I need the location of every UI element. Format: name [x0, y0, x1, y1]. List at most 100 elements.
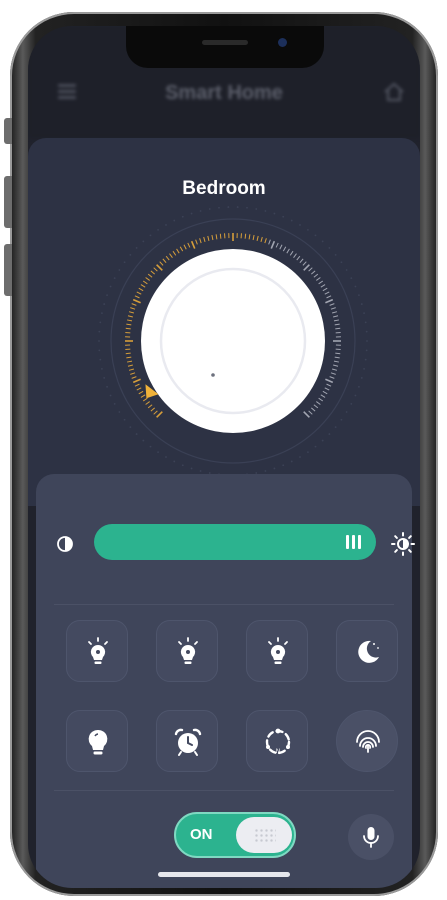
dial-tick	[331, 311, 338, 314]
dial-outer-dot	[129, 253, 132, 256]
dial-outer-dot	[328, 247, 331, 249]
dial-tick	[127, 364, 133, 367]
dial-tick	[289, 250, 294, 256]
dial-outer-dot	[264, 470, 267, 472]
dial-tick	[145, 401, 150, 405]
dial-tick	[153, 267, 158, 272]
dial-tick	[335, 327, 341, 330]
dial-tick	[138, 287, 144, 292]
power-toggle[interactable]: ON	[174, 812, 296, 858]
dial-tick	[270, 240, 276, 249]
bulb-rays-icon	[178, 637, 198, 664]
dial-outer-dot	[113, 403, 116, 405]
dial-tick	[126, 323, 132, 326]
bulb-rays-icon	[268, 637, 288, 664]
slider-handle[interactable]	[346, 535, 362, 549]
dial-outer-dot	[98, 340, 100, 342]
microphone-button[interactable]	[348, 814, 394, 860]
dial-tick	[134, 295, 140, 299]
dial-tick	[333, 319, 340, 322]
dial-tick	[313, 273, 319, 278]
fingerprint-button[interactable]	[336, 710, 398, 772]
dial-tick	[310, 407, 316, 412]
dial-tick	[308, 410, 313, 415]
dial-tick	[159, 261, 164, 266]
dial-outer-dot	[246, 206, 248, 209]
dial-tick	[140, 284, 146, 288]
dial-tick	[183, 244, 187, 250]
dial-outer-dot	[142, 240, 145, 243]
dial-tick	[199, 238, 202, 244]
dial-tick	[325, 378, 334, 384]
dial-tick	[324, 387, 330, 391]
dial-tick	[134, 383, 140, 387]
dial-outer-dot	[350, 403, 353, 405]
dial-tick	[187, 242, 191, 248]
dial-tick	[150, 407, 156, 412]
dial-outer-dot	[181, 215, 184, 218]
dial-outer-dot	[106, 385, 108, 388]
dial-tick	[324, 291, 330, 295]
dial-outer-dot	[354, 394, 357, 397]
mute-switch	[4, 118, 12, 144]
dial-tick	[136, 291, 142, 295]
dial-tick	[248, 234, 251, 240]
dial-outer-dot	[149, 445, 152, 448]
light-dial[interactable]	[88, 196, 378, 486]
dial-tick	[293, 253, 297, 258]
dial-outer-dot	[199, 210, 202, 212]
dial-outer-dot	[118, 269, 121, 271]
camera-notch	[126, 26, 324, 68]
dial-outer-dot	[135, 433, 138, 435]
dial-outer-dot	[366, 340, 368, 342]
dial-tick	[125, 352, 131, 355]
dial-outer-dot	[290, 460, 293, 463]
dial-outer-dot	[264, 210, 267, 212]
dial-tick	[145, 277, 150, 281]
dial-outer-dot	[364, 358, 367, 361]
dial-tick	[303, 264, 310, 271]
brightness-slider[interactable]	[94, 524, 376, 560]
home-icon[interactable]	[382, 80, 406, 104]
dial-outer-dot	[334, 253, 337, 256]
section-divider	[54, 604, 394, 605]
scene-night-button[interactable]	[336, 620, 398, 682]
dial-outer-dot	[99, 358, 102, 361]
dial-tick	[256, 235, 259, 241]
dial-tick	[172, 250, 177, 256]
dial-tick	[142, 397, 148, 402]
dial-outer-dot	[358, 385, 360, 388]
dial-tick	[333, 315, 339, 318]
alarm-button[interactable]	[156, 710, 218, 772]
dial-tick	[329, 303, 335, 306]
microphone-icon	[363, 827, 379, 848]
dial-tick	[219, 233, 222, 239]
dial-tick	[286, 248, 290, 254]
dial-tick	[132, 298, 141, 304]
bulb-icon	[88, 729, 108, 755]
dial-outer-dot	[345, 269, 348, 271]
moon-icon	[358, 640, 379, 663]
dial-outer-dot	[314, 445, 317, 448]
dial-outer-dot	[340, 261, 343, 264]
dial-tick	[331, 368, 338, 371]
scene-bulb-1-button[interactable]	[66, 620, 128, 682]
dial-outer-dot	[307, 229, 309, 231]
dial-outer-dot	[363, 367, 365, 370]
app-title: Smart Home	[165, 82, 283, 104]
dial-tick	[127, 315, 133, 318]
scene-bulb-4-button[interactable]	[66, 710, 128, 772]
dial-outer-dot	[299, 456, 301, 458]
dial-outer-dot	[106, 294, 108, 297]
toggle-knob[interactable]	[236, 817, 292, 853]
dial-outer-dot	[109, 285, 112, 288]
dial-tick	[313, 404, 319, 409]
dial-knob[interactable]	[141, 249, 325, 433]
dial-outer-dot	[129, 426, 132, 429]
scene-bulb-3-button[interactable]	[246, 620, 308, 682]
scene-bulb-2-button[interactable]	[156, 620, 218, 682]
cycle-mode-button[interactable]: N	[246, 710, 308, 772]
dial-tick	[260, 236, 263, 243]
dial-tick	[335, 352, 341, 355]
dial-outer-dot	[273, 467, 276, 470]
